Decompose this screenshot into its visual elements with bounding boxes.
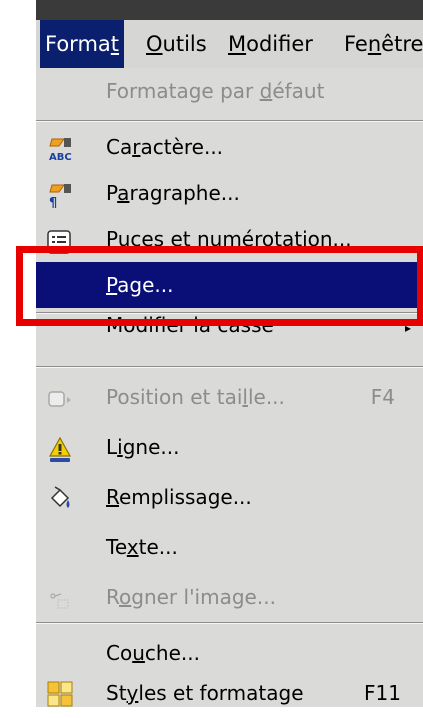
menu-item-label: Position et taille... — [106, 385, 285, 409]
menu-item-label: Formatage par défaut — [106, 79, 325, 103]
position-size-icon — [46, 384, 74, 412]
menu-separator — [36, 312, 423, 314]
svg-text:¶: ¶ — [49, 196, 57, 210]
menu-item-rogner[interactable]: Rogner l'image... — [36, 574, 423, 620]
menu-item-styles[interactable]: Styles et formatage F11 — [36, 676, 423, 710]
menu-item-ligne[interactable]: Ligne... — [36, 424, 423, 470]
menu-separator — [36, 366, 423, 368]
menu-separator — [36, 120, 423, 122]
menu-item-couche[interactable]: Couche... — [36, 630, 423, 676]
paragraph-icon: ¶ — [46, 180, 74, 211]
submenu-arrow-icon: ▸ — [404, 321, 411, 335]
left-gutter — [0, 0, 36, 716]
menu-item-caractere[interactable]: ABC Caractère... — [36, 124, 423, 170]
menu-item-remplissage[interactable]: Remplissage... — [36, 474, 423, 520]
svg-text:ABC: ABC — [49, 152, 72, 163]
menu-item-casse[interactable]: Modifier la casse ▸ — [36, 316, 423, 346]
shortcut-f4: F4 — [370, 385, 395, 409]
menu-item-texte[interactable]: Texte... — [36, 524, 423, 570]
styles-formatting-icon — [46, 680, 74, 708]
menu-item-puces[interactable]: Puces et numérotation... — [36, 216, 423, 262]
shortcut-f11: F11 — [364, 681, 401, 705]
character-abc-icon: ABC — [46, 134, 74, 163]
crop-icon — [46, 584, 74, 612]
menu-fenetre[interactable]: Fenêtre — [344, 20, 423, 68]
menu-modifier[interactable]: Modifier — [228, 20, 313, 68]
menu-outils[interactable]: Outils — [146, 20, 207, 68]
menubar: Format Outils Modifier Fenêtre — [36, 20, 423, 68]
menu-item-label: Page... — [106, 273, 174, 297]
menu-separator — [36, 622, 423, 624]
menu-item-label: Styles et formatage — [106, 681, 304, 705]
bullets-list-icon — [46, 226, 74, 254]
title-strip — [36, 0, 423, 20]
menu-item-label: Ligne... — [106, 435, 180, 459]
format-menu: Formatage par défaut ABC Caractère... ¶ … — [36, 68, 423, 707]
menu-item-label: Couche... — [106, 641, 200, 665]
fill-bucket-icon — [46, 484, 74, 512]
menu-format[interactable]: Format — [40, 20, 125, 68]
menu-item-paragraphe[interactable]: ¶ Paragraphe... — [36, 170, 423, 216]
line-icon — [46, 434, 74, 462]
menu-item-label: Puces et numérotation... — [106, 227, 352, 251]
menu-item-label: Texte... — [106, 535, 178, 559]
menu-item-label: Caractère... — [106, 135, 224, 159]
menu-item-page[interactable]: Page... — [36, 262, 423, 308]
menu-item-label: Modifier la casse — [106, 316, 274, 337]
menu-item-formatage-defaut[interactable]: Formatage par défaut — [36, 68, 423, 114]
menu-item-label: Remplissage... — [106, 485, 252, 509]
menu-item-label: Rogner l'image... — [106, 585, 276, 609]
menu-item-position[interactable]: Position et taille... F4 — [36, 374, 423, 420]
menu-item-label: Paragraphe... — [106, 181, 240, 205]
